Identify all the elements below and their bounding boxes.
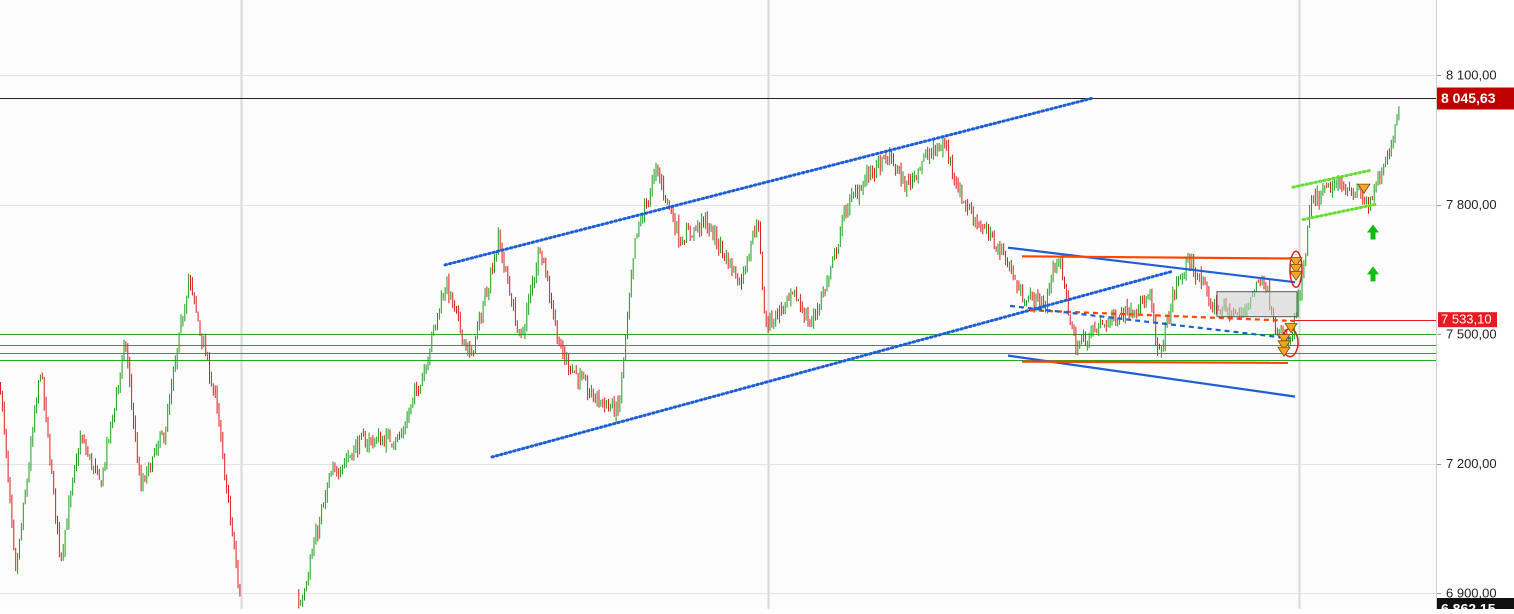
trendline xyxy=(1021,360,1289,364)
candlestick-chart: 8 100,00 7 800,00 7 500,00 7 200,00 6 900,00… xyxy=(0,0,1514,614)
price-badge-label: 8 045,63 xyxy=(1441,90,1496,106)
price-badge-label: 6 862,15 xyxy=(1441,601,1496,610)
y-tick-label: 7 800,00 xyxy=(1446,197,1497,212)
y-tick-label: 7 500,00 xyxy=(1446,327,1497,342)
chart-svg: 8 100,007 800,007 500,007 200,006 900,00… xyxy=(0,0,1514,614)
price-badge-label: 7 533,10 xyxy=(1441,312,1492,327)
y-tick-label: 8 100,00 xyxy=(1446,68,1497,83)
y-tick-label: 7 200,00 xyxy=(1446,456,1497,471)
consolidation-box xyxy=(1216,291,1298,318)
